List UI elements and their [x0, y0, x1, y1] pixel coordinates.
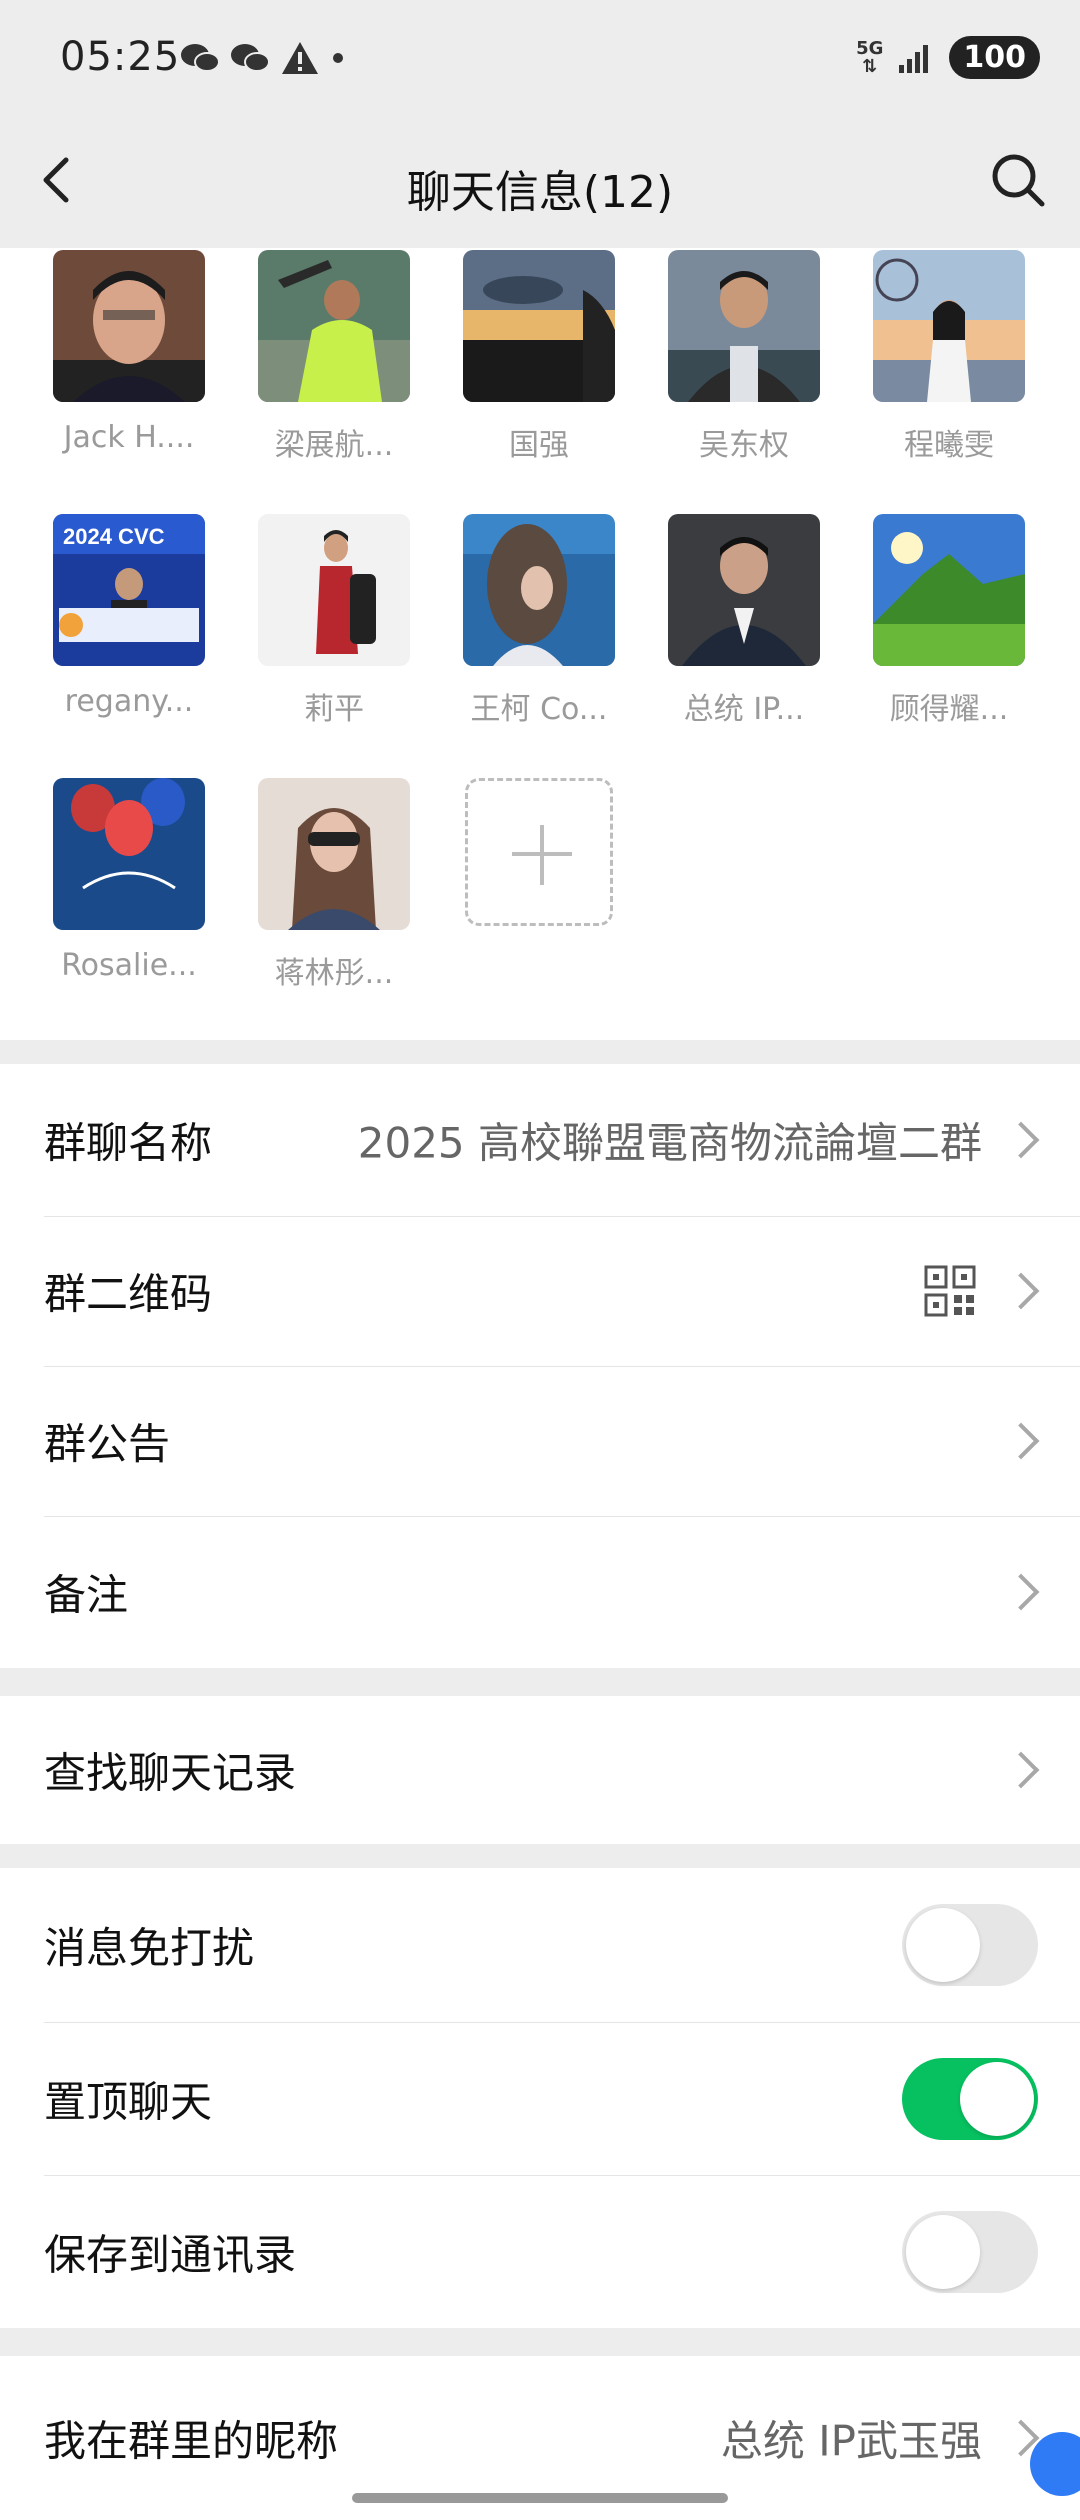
member-item[interactable]: 国强 [454, 250, 624, 464]
member-name: Jack H.... [63, 420, 195, 455]
group-info-section: 群聊名称 2025 高校聯盟電商物流論壇二群 群二维码 群公告 备注 [0, 1064, 1080, 1668]
add-member-item[interactable] [454, 778, 624, 926]
group-name-row[interactable]: 群聊名称 2025 高校聯盟電商物流論壇二群 [0, 1064, 1080, 1216]
member-item[interactable]: 顾得耀... [864, 514, 1034, 728]
search-history-label: 查找聊天记录 [44, 1748, 297, 1798]
member-name: 吴东权 [699, 428, 789, 463]
search-history-row[interactable]: 查找聊天记录 [0, 1696, 1080, 1844]
member-name: 蒋林彤... [274, 956, 394, 991]
avatar [53, 250, 205, 402]
mute-row: 消息免打扰 [0, 1868, 1080, 2022]
member-name: Rosalie... [61, 948, 197, 983]
member-name: 总统 IP... [683, 692, 805, 727]
mute-toggle[interactable] [902, 1904, 1038, 1986]
toggle-knob [960, 2061, 1034, 2136]
member-item[interactable]: 蒋林彤... [249, 778, 419, 992]
search-icon[interactable] [986, 148, 1050, 212]
group-notice-row[interactable]: 群公告 [0, 1366, 1080, 1516]
member-item[interactable]: Jack H.... [44, 250, 214, 455]
pin-label: 置顶聊天 [44, 2077, 213, 2126]
member-name: regany... [64, 684, 194, 719]
avatar [668, 514, 820, 666]
avatar: 2024 CVC [53, 514, 205, 666]
member-name: 顾得耀... [889, 692, 1009, 727]
chevron-right-icon [1002, 1573, 1040, 1611]
nickname-label: 我在群里的昵称 [44, 2416, 339, 2466]
chevron-right-icon [1002, 1272, 1040, 1310]
group-qr-label: 群二维码 [44, 1269, 213, 1319]
pin-toggle[interactable] [902, 2057, 1038, 2140]
save-contact-toggle[interactable] [902, 2210, 1038, 2293]
signal-icon [899, 44, 929, 73]
nickname-value: 总统 IP武玉强 [720, 2416, 982, 2466]
nav-bar: 聊天信息(12) [0, 120, 1080, 248]
save-contact-label: 保存到通讯录 [44, 2230, 297, 2279]
add-member-button[interactable] [465, 778, 613, 926]
dot-icon [333, 53, 343, 63]
warning-icon [282, 42, 318, 74]
avatar [873, 514, 1025, 666]
member-item[interactable]: 2024 CVC regany... [44, 514, 214, 719]
avatar [258, 514, 410, 666]
chevron-right-icon [1002, 1121, 1040, 1159]
member-item[interactable]: 吴东权 [659, 250, 829, 464]
member-item[interactable]: 总统 IP... [659, 514, 829, 728]
toggle-knob [906, 1908, 980, 1982]
notification-icons [180, 40, 346, 76]
avatar [873, 250, 1025, 402]
toggle-section: 消息免打扰 置顶聊天 保存到通讯录 [0, 1868, 1080, 2328]
group-name-label: 群聊名称 [44, 1118, 213, 1168]
group-notice-label: 群公告 [44, 1419, 171, 1469]
member-item[interactable]: 梁展航... [249, 250, 419, 464]
remark-label: 备注 [44, 1570, 129, 1620]
member-name: 莉平 [304, 692, 364, 727]
mute-label: 消息免打扰 [44, 1923, 255, 1973]
page-title: 聊天信息(12) [406, 167, 674, 218]
member-name: 国强 [509, 428, 569, 463]
network-indicator: 5G ⇅ [856, 37, 884, 77]
wechat-icon [231, 44, 270, 72]
search-history-section: 查找聊天记录 [0, 1696, 1080, 1844]
save-contact-row: 保存到通讯录 [0, 2175, 1080, 2328]
member-name: 程曦雯 [904, 428, 994, 463]
chevron-right-icon [1002, 1422, 1040, 1460]
battery-indicator: 100 [949, 36, 1040, 79]
member-name: 梁展航... [274, 428, 394, 463]
avatar [258, 778, 410, 930]
member-grid: Jack H.... 梁展航... 国强 吴东权 程曦雯 2024 CVC re… [0, 248, 1080, 1040]
member-name: 王柯 Co... [470, 692, 608, 727]
avatar [463, 250, 615, 402]
member-item[interactable]: Rosalie... [44, 778, 214, 983]
status-time: 05:25 [60, 34, 181, 80]
group-name-value: 2025 高校聯盟電商物流論壇二群 [357, 1118, 982, 1168]
svg-text:2024 CVC: 2024 CVC [63, 524, 165, 549]
qr-code-icon [924, 1265, 976, 1317]
home-indicator[interactable] [352, 2493, 728, 2503]
remark-row[interactable]: 备注 [0, 1516, 1080, 1668]
toggle-knob [906, 2214, 980, 2289]
chevron-right-icon [1002, 1751, 1040, 1789]
avatar [463, 514, 615, 666]
member-item[interactable]: 莉平 [249, 514, 419, 728]
pin-row: 置顶聊天 [0, 2022, 1080, 2175]
wechat-icon [181, 44, 220, 72]
status-bar: 05:25 5G ⇅ 100 [0, 0, 1080, 120]
member-item[interactable]: 王柯 Co... [454, 514, 624, 728]
avatar [53, 778, 205, 930]
avatar [258, 250, 410, 402]
member-item[interactable]: 程曦雯 [864, 250, 1034, 464]
avatar [668, 250, 820, 402]
group-qr-row[interactable]: 群二维码 [0, 1216, 1080, 1366]
